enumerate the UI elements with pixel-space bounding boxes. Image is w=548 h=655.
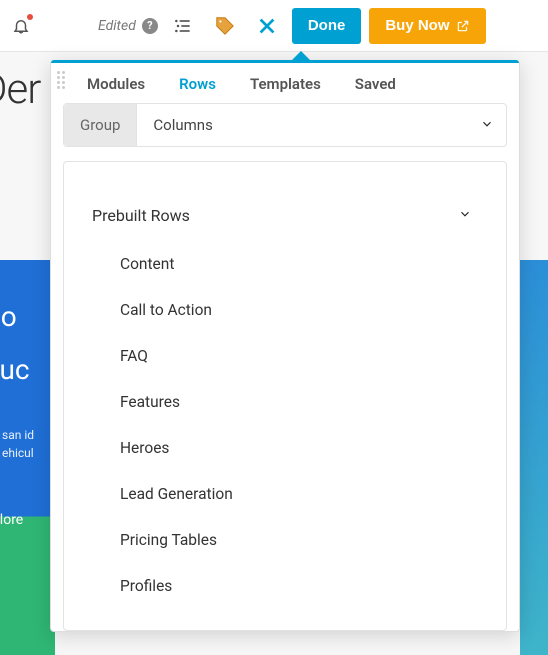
notification-dot bbox=[27, 14, 33, 20]
drag-handle[interactable] bbox=[57, 71, 65, 89]
prebuilt-rows-header[interactable]: Prebuilt Rows bbox=[64, 194, 506, 237]
row-item-faq[interactable]: FAQ bbox=[64, 333, 506, 379]
external-link-icon bbox=[456, 19, 470, 33]
selector-expand[interactable] bbox=[480, 116, 494, 135]
buy-now-label: Buy Now bbox=[385, 17, 449, 34]
page-title-fragment: Der bbox=[0, 65, 40, 114]
panel-tabs: Modules Rows Templates Saved bbox=[51, 61, 519, 103]
tags-button[interactable] bbox=[208, 9, 242, 43]
row-type-selector: Group Columns bbox=[63, 103, 507, 147]
row-item-content[interactable]: Content bbox=[64, 241, 506, 287]
row-item-heroes[interactable]: Heroes bbox=[64, 425, 506, 471]
close-icon bbox=[256, 15, 278, 37]
row-item-features[interactable]: Features bbox=[64, 379, 506, 425]
tab-templates[interactable]: Templates bbox=[250, 75, 321, 93]
columns-segment[interactable]: Columns bbox=[137, 104, 228, 146]
prebuilt-rows-toggle[interactable] bbox=[458, 206, 472, 225]
buy-now-button[interactable]: Buy Now bbox=[369, 8, 485, 44]
hero-text-1: bo bbox=[0, 300, 55, 333]
rows-dropdown: Prebuilt Rows Content Call to Action FAQ… bbox=[63, 161, 507, 631]
tab-saved[interactable]: Saved bbox=[355, 75, 396, 93]
chevron-down-icon bbox=[458, 207, 472, 221]
topbar: Edited ? Done Buy Now bbox=[0, 0, 548, 52]
row-item-pricing-tables[interactable]: Pricing Tables bbox=[64, 517, 506, 563]
prebuilt-rows-list: Content Call to Action FAQ Features Hero… bbox=[64, 237, 506, 609]
tab-modules[interactable]: Modules bbox=[87, 75, 145, 93]
hero-small-text: san id ehicul bbox=[2, 426, 55, 462]
explore-label: xplore bbox=[0, 512, 55, 528]
hero-background: bo suc san id ehicul xplore bbox=[0, 260, 55, 655]
edited-status: Edited ? bbox=[98, 18, 158, 34]
tab-rows[interactable]: Rows bbox=[179, 75, 216, 93]
hero-text-2: suc bbox=[0, 353, 55, 386]
dropdown-scroll[interactable]: Prebuilt Rows Content Call to Action FAQ… bbox=[64, 162, 506, 630]
row-item-profiles[interactable]: Profiles bbox=[64, 563, 506, 609]
group-segment[interactable]: Group bbox=[64, 104, 137, 146]
prebuilt-rows-label: Prebuilt Rows bbox=[92, 206, 190, 225]
outline-icon bbox=[173, 16, 193, 36]
help-icon[interactable]: ? bbox=[142, 18, 158, 34]
outline-button[interactable] bbox=[166, 9, 200, 43]
hero-right-fragment bbox=[520, 260, 548, 655]
tags-icon bbox=[214, 15, 236, 37]
row-item-lead-generation[interactable]: Lead Generation bbox=[64, 471, 506, 517]
row-item-call-to-action[interactable]: Call to Action bbox=[64, 287, 506, 333]
chevron-down-icon bbox=[480, 117, 494, 131]
content-panel: Modules Rows Templates Saved Group Colum… bbox=[50, 60, 520, 632]
done-button[interactable]: Done bbox=[292, 8, 362, 44]
close-panel-button[interactable] bbox=[250, 9, 284, 43]
notification-bell[interactable] bbox=[10, 15, 32, 37]
edited-label: Edited bbox=[98, 18, 136, 34]
